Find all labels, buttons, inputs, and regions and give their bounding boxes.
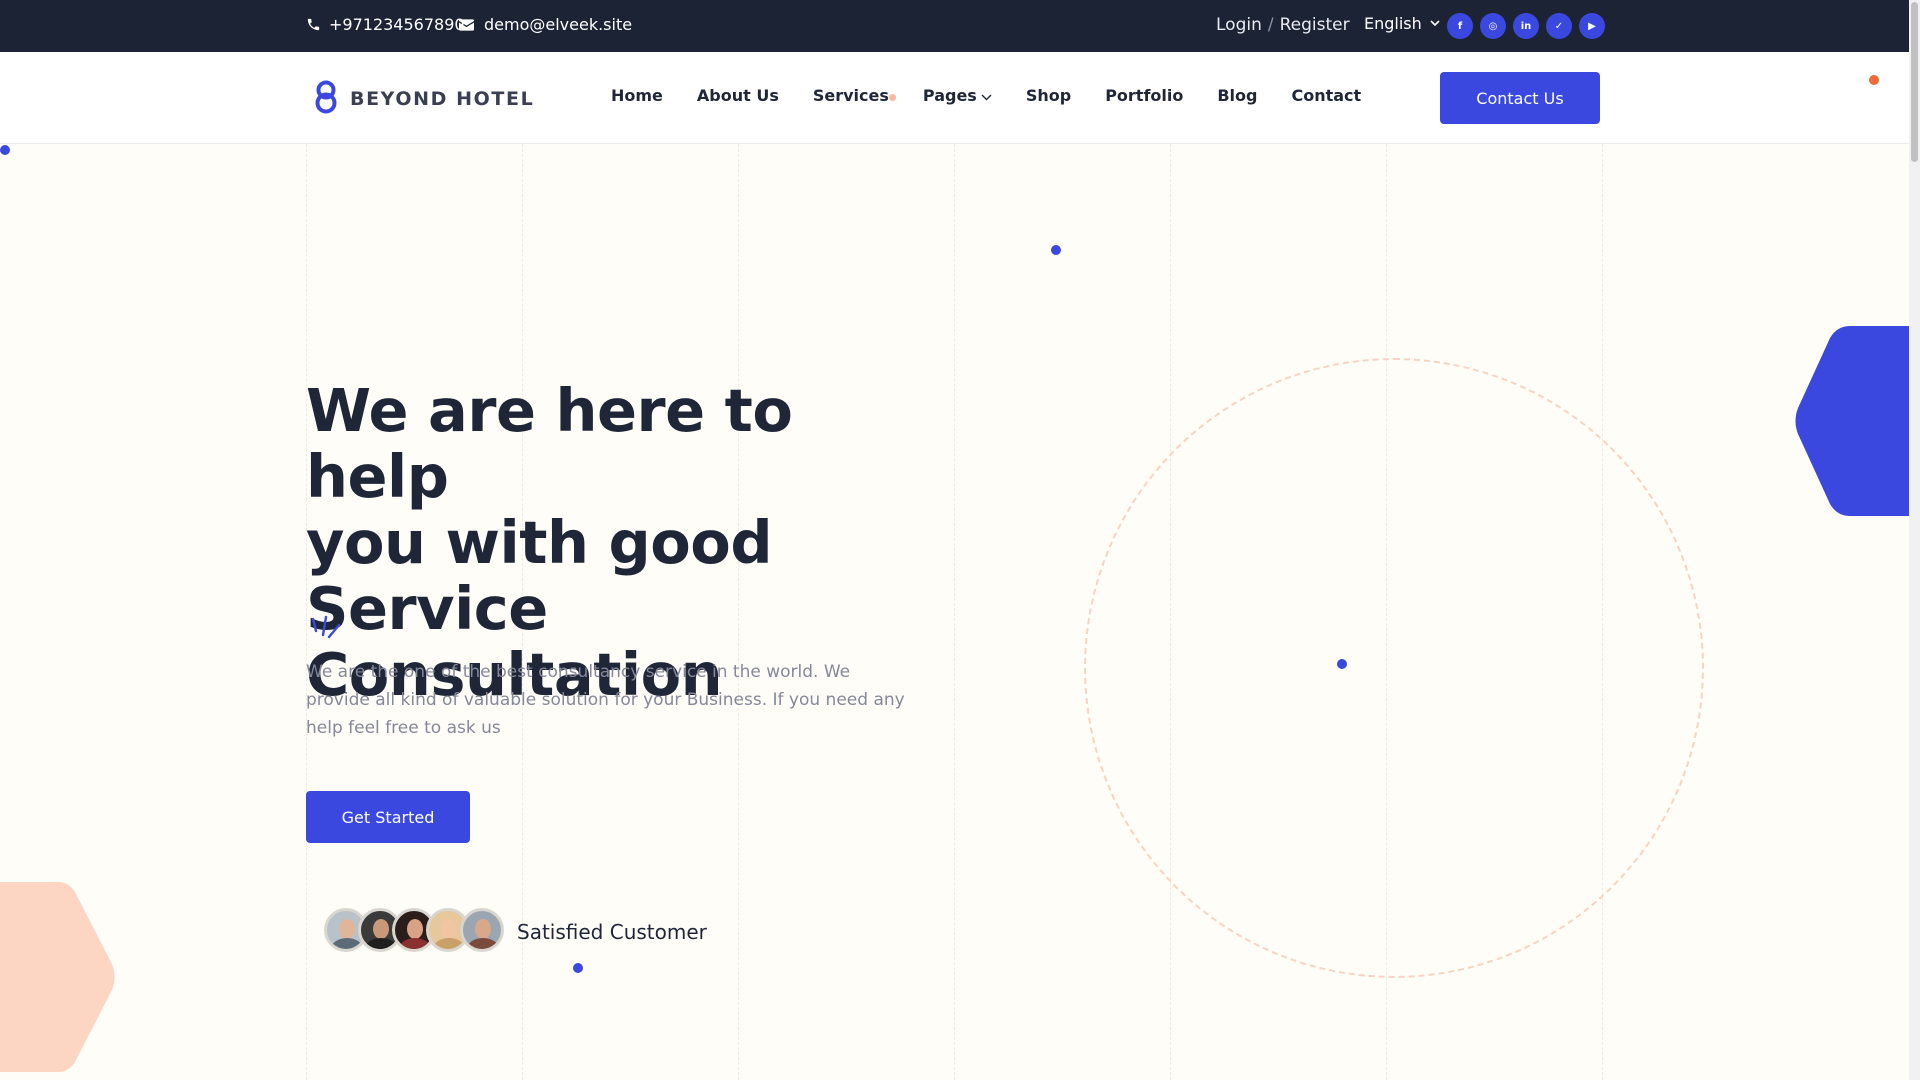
sparkle-icon — [309, 615, 343, 647]
language-label: English — [1364, 14, 1422, 33]
decorative-blue-dot — [573, 963, 583, 973]
get-started-button[interactable]: Get Started — [306, 791, 470, 843]
instagram-icon[interactable]: ◎ — [1480, 13, 1506, 39]
login-link[interactable]: Login — [1216, 15, 1262, 35]
nav-home[interactable]: Home — [611, 86, 663, 105]
envelope-icon — [459, 18, 474, 31]
satisfied-customer-label: Satisfied Customer — [517, 920, 707, 944]
nav-services[interactable]: Services — [813, 86, 896, 105]
hero-title-line-1: We are here to help — [306, 376, 793, 511]
decorative-dashed-circle — [1084, 358, 1704, 978]
chevron-down-icon — [981, 86, 992, 105]
contact-us-button[interactable]: Contact Us — [1440, 72, 1600, 124]
youtube-icon[interactable]: ▶ — [1579, 13, 1605, 39]
decorative-blue-dot — [0, 145, 10, 155]
main-nav: Home About Us Services Pages Shop Portfo… — [611, 86, 1395, 105]
main-header: BEYOND HOTEL Home About Us Services Page… — [0, 52, 1909, 144]
decorative-orange-dot — [1869, 75, 1879, 85]
hero-title-line-2: you with good — [306, 508, 773, 577]
register-link[interactable]: Register — [1280, 15, 1350, 35]
social-links: f ◎ in ✓ ▶ — [1447, 13, 1605, 39]
customer-avatars — [324, 908, 504, 952]
decorative-peach-hexagon — [0, 882, 115, 1072]
top-bar: +971234567890 demo@elveek.site Login / Reg… — [0, 0, 1909, 52]
avatar — [460, 908, 504, 952]
nav-shop[interactable]: Shop — [1026, 86, 1071, 105]
nav-about-us[interactable]: About Us — [697, 86, 779, 105]
nav-blog[interactable]: Blog — [1217, 86, 1257, 105]
page-scrollbar[interactable] — [1909, 0, 1920, 1080]
phone-number: +971234567890 — [329, 15, 465, 34]
auth-links: Login / Register — [1216, 15, 1350, 35]
phone-icon — [306, 17, 321, 32]
nav-portfolio[interactable]: Portfolio — [1105, 86, 1183, 105]
hero-description: We are the one of the best consultancy s… — [306, 662, 905, 738]
phone-contact[interactable]: +971234567890 — [306, 15, 465, 34]
nav-contact[interactable]: Contact — [1291, 86, 1361, 105]
nav-pages-label: Pages — [922, 86, 977, 105]
grid-line — [954, 144, 955, 1080]
nav-pages[interactable]: Pages — [923, 86, 992, 105]
language-select[interactable]: English — [1364, 14, 1440, 33]
email-contact[interactable]: demo@elveek.site — [459, 15, 632, 34]
decorative-blue-dot — [1051, 245, 1061, 255]
logo-mark-icon — [312, 80, 340, 118]
email-address: demo@elveek.site — [484, 15, 633, 34]
site-logo[interactable]: BEYOND HOTEL — [312, 80, 534, 118]
decorative-blue-hexagon — [1795, 326, 1909, 516]
scrollbar-thumb[interactable] — [1911, 2, 1918, 162]
auth-separator: / — [1267, 15, 1274, 35]
logo-text: BEYOND HOTEL — [350, 88, 535, 110]
chevron-down-icon — [1430, 20, 1440, 27]
facebook-icon[interactable]: f — [1447, 13, 1473, 39]
linkedin-icon[interactable]: in — [1513, 13, 1539, 39]
twitter-icon[interactable]: ✓ — [1546, 13, 1572, 39]
